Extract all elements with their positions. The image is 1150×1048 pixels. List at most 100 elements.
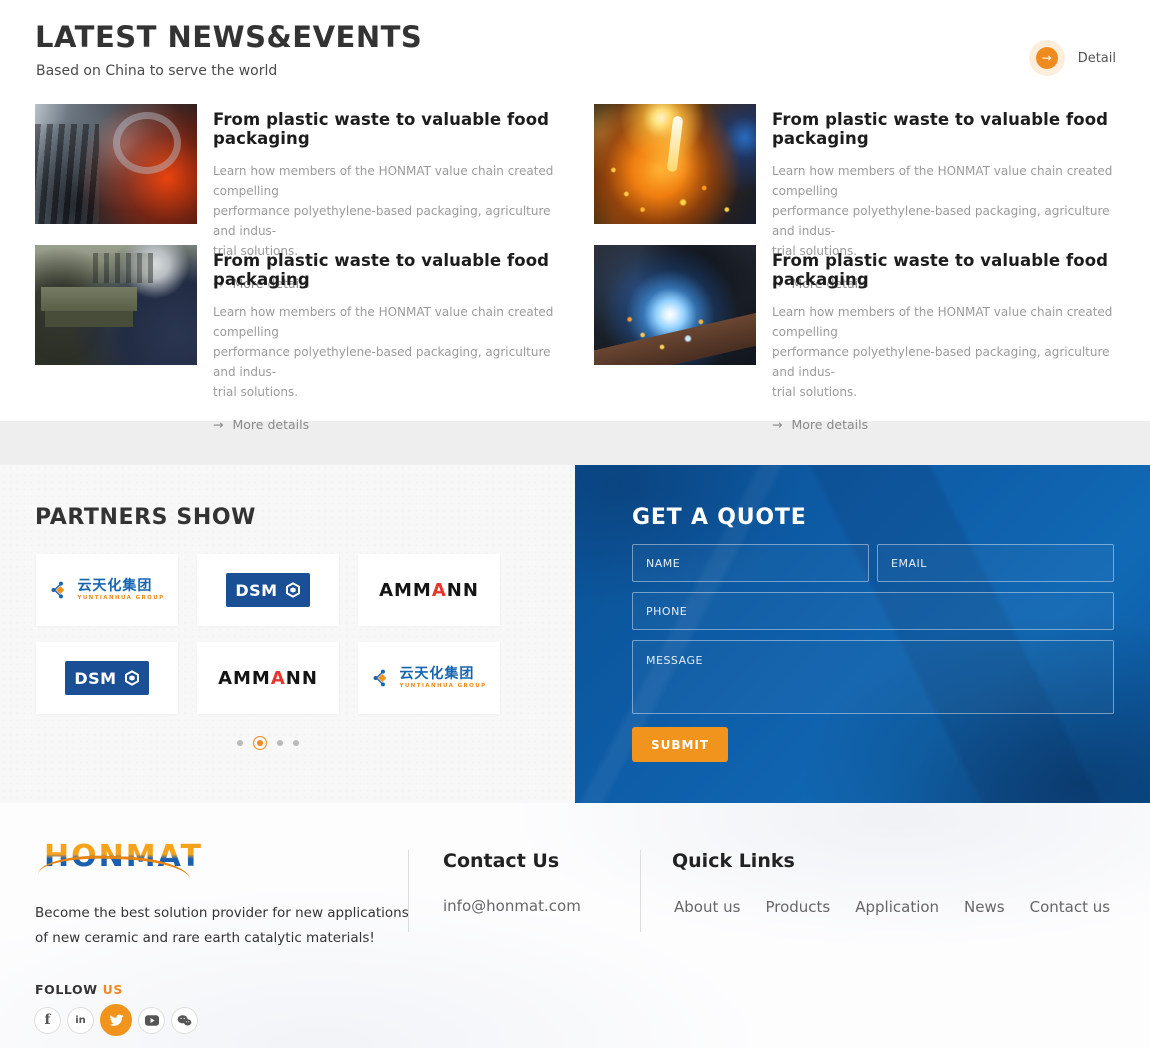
news-desc-line: Learn how members of the HONMAT value ch… (213, 161, 556, 201)
news-title[interactable]: From plastic waste to valuable food pack… (213, 251, 556, 289)
partners-quote-section: PARTNERS SHOW 云天化集团 (0, 465, 1150, 803)
news-desc-line: performance polyethylene-based packaging… (772, 201, 1115, 241)
page: LATEST NEWS&EVENTS Based on China to ser… (0, 0, 1150, 1048)
social-icons-row: f in (34, 1004, 198, 1036)
news-desc-line: trial solutions. (213, 382, 556, 402)
carousel-dot[interactable] (277, 740, 283, 746)
more-details-link[interactable]: → More details (213, 417, 556, 432)
carousel-dot[interactable] (293, 740, 299, 746)
more-details-label: More details (232, 417, 309, 432)
footer: HONMAT Become the best solution provider… (0, 803, 1150, 1048)
news-card-body: From plastic waste to valuable food pack… (756, 104, 1115, 224)
yuntianhua-logo-en-text: YUNTIANHUA GROUP (399, 684, 486, 690)
submit-button[interactable]: SUBMIT (632, 727, 728, 762)
quote-panel: GET A QUOTE SUBMIT (575, 465, 1150, 803)
contact-us-heading: Contact Us (443, 850, 559, 872)
yuntianhua-logo-icon (371, 667, 393, 689)
carousel-dot-active[interactable] (253, 736, 267, 750)
footer-tagline-line: of new ceramic and rare earth catalytic … (35, 926, 409, 951)
news-description: Learn how members of the HONMAT value ch… (772, 302, 1115, 402)
footer-tagline: Become the best solution provider for ne… (35, 901, 409, 951)
partner-card-ammann[interactable]: AMMANN (197, 642, 339, 714)
news-desc-line: performance polyethylene-based packaging… (213, 342, 556, 382)
partners-grid: 云天化集团 YUNTIANHUA GROUP DSM (36, 554, 500, 714)
partner-card-yuntianhua[interactable]: 云天化集团 YUNTIANHUA GROUP (358, 642, 500, 714)
email-input[interactable] (877, 544, 1114, 582)
latest-news-section: LATEST NEWS&EVENTS Based on China to ser… (0, 0, 1150, 421)
partner-card-yuntianhua[interactable]: 云天化集团 YUNTIANHUA GROUP (36, 554, 178, 626)
ammann-logo: AMMANN (218, 668, 318, 689)
news-desc-line: Learn how members of the HONMAT value ch… (772, 302, 1115, 342)
partner-card-ammann[interactable]: AMMANN (358, 554, 500, 626)
news-card: From plastic waste to valuable food pack… (594, 104, 1115, 224)
ammann-logo: AMMANN (379, 580, 479, 601)
quote-section-title: GET A QUOTE (632, 505, 807, 530)
news-card-body: From plastic waste to valuable food pack… (197, 245, 556, 365)
partner-card-dsm[interactable]: DSM (197, 554, 339, 626)
youtube-icon[interactable] (138, 1007, 165, 1034)
honmat-logo: HONMAT (44, 839, 194, 887)
ammann-logo-part: AMM (379, 580, 432, 601)
footer-link-contact-us[interactable]: Contact us (1030, 898, 1110, 916)
carousel-dot[interactable] (237, 740, 243, 746)
twitter-bird-glyph (109, 1013, 124, 1028)
partners-panel: PARTNERS SHOW 云天化集团 (0, 465, 575, 803)
ammann-logo-part: AMM (218, 668, 271, 689)
ammann-logo-red-letter: A (432, 580, 447, 601)
footer-link-news[interactable]: News (964, 898, 1005, 916)
contact-email-link[interactable]: info@honmat.com (443, 897, 581, 915)
detail-arrow-ring: → (1029, 40, 1065, 76)
news-title[interactable]: From plastic waste to valuable food pack… (772, 251, 1115, 289)
news-desc-line: performance polyethylene-based packaging… (213, 201, 556, 241)
news-desc-line: Learn how members of the HONMAT value ch… (772, 161, 1115, 201)
news-thumbnail-foundry-pour[interactable] (594, 104, 756, 224)
yuntianhua-logo-cn-text: 云天化集团 (77, 579, 164, 593)
phone-input[interactable] (632, 592, 1114, 630)
dsm-logo: DSM (226, 573, 310, 607)
ammann-logo-part: NN (447, 580, 479, 601)
wechat-bubbles-glyph (177, 1014, 192, 1027)
news-title[interactable]: From plastic waste to valuable food pack… (772, 110, 1115, 148)
news-thumbnail-welding-sparks[interactable] (594, 245, 756, 365)
news-desc-line: Learn how members of the HONMAT value ch… (213, 302, 556, 342)
news-title[interactable]: From plastic waste to valuable food pack… (213, 110, 556, 148)
news-desc-line: trial solutions. (772, 382, 1115, 402)
news-thumbnail-lathe-worker[interactable] (35, 245, 197, 365)
news-card: From plastic waste to valuable food pack… (35, 104, 556, 224)
footer-link-about-us[interactable]: About us (674, 898, 740, 916)
news-card-body: From plastic waste to valuable food pack… (756, 245, 1115, 365)
name-input[interactable] (632, 544, 869, 582)
dsm-logo-text: DSM (235, 581, 277, 600)
footer-divider (640, 850, 641, 932)
arrow-right-icon: → (772, 417, 782, 432)
dsm-hexagon-icon (124, 670, 140, 686)
facebook-icon[interactable]: f (34, 1007, 61, 1034)
linkedin-icon[interactable]: in (67, 1007, 94, 1034)
more-details-label: More details (791, 417, 868, 432)
wechat-icon[interactable] (171, 1007, 198, 1034)
yuntianhua-logo-cn-text: 云天化集团 (399, 667, 486, 681)
news-section-subtitle: Based on China to serve the world (36, 63, 277, 79)
detail-button[interactable]: → Detail (1029, 40, 1116, 76)
ammann-logo-part: NN (286, 668, 318, 689)
news-card: From plastic waste to valuable food pack… (594, 245, 1115, 365)
detail-button-label: Detail (1078, 51, 1116, 66)
news-thumbnail-tire-smoke[interactable] (35, 104, 197, 224)
news-card-body: From plastic waste to valuable food pack… (197, 104, 556, 224)
ammann-logo-red-letter: A (271, 668, 286, 689)
partner-card-dsm[interactable]: DSM (36, 642, 178, 714)
footer-link-products[interactable]: Products (765, 898, 830, 916)
more-details-link[interactable]: → More details (772, 417, 1115, 432)
twitter-icon[interactable] (100, 1004, 132, 1036)
news-grid: From plastic waste to valuable food pack… (35, 104, 1115, 365)
quick-links-row: About us Products Application News Conta… (674, 898, 1110, 916)
message-textarea[interactable] (632, 640, 1114, 714)
news-card: From plastic waste to valuable food pack… (35, 245, 556, 365)
yuntianhua-logo-icon (49, 579, 71, 601)
news-desc-line: performance polyethylene-based packaging… (772, 342, 1115, 382)
quick-links-heading: Quick Links (672, 850, 795, 872)
dsm-hexagon-icon (285, 582, 301, 598)
footer-link-application[interactable]: Application (855, 898, 939, 916)
youtube-play-glyph (145, 1015, 159, 1026)
news-section-title: LATEST NEWS&EVENTS (35, 20, 422, 54)
